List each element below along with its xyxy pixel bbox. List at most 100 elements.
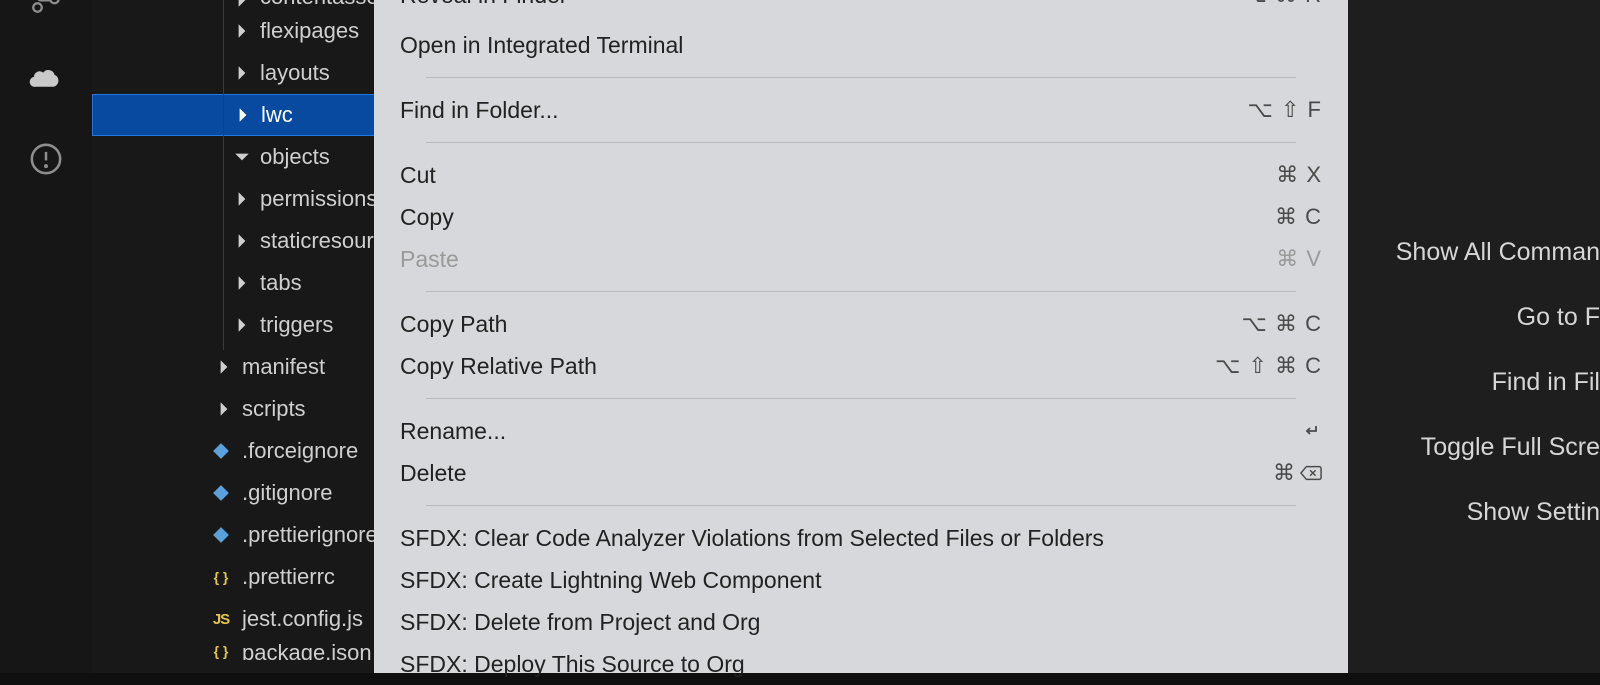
folder-item[interactable]: objects: [92, 136, 374, 178]
menu-item[interactable]: Find in Folder... ⌥ ⇧ F: [400, 89, 1322, 131]
chevron-right-icon: [233, 105, 253, 125]
chevron-right-icon: [232, 231, 252, 251]
tree-item-label: flexipages: [260, 18, 359, 44]
menu-item[interactable]: Open in Integrated Terminal: [400, 24, 1322, 66]
chevron-right-icon: [232, 273, 252, 293]
welcome-shortcut-label: Show Settin: [1467, 498, 1600, 527]
welcome-shortcut-label: Toggle Full Scre: [1421, 433, 1600, 462]
menu-item[interactable]: Copy Relative Path ⌥ ⇧ ⌘ C: [400, 345, 1322, 387]
file-item[interactable]: .prettierignore: [92, 514, 374, 556]
tree-item-label: contentassets: [260, 0, 374, 10]
context-menu: Reveal in Finder ⌥ ⌘ R Open in Integrated …: [374, 0, 1348, 673]
folder-item[interactable]: scripts: [92, 388, 374, 430]
menu-item-shortcut: ⌥ ⌘ R: [1242, 0, 1322, 8]
menu-separator: [426, 505, 1296, 506]
menu-item-shortcut: ⌘ C: [1275, 204, 1322, 230]
menu-item[interactable]: Copy Path ⌥ ⌘ C: [400, 303, 1322, 345]
folder-item[interactable]: contentassets: [92, 0, 374, 10]
ignore-file-icon: [210, 524, 232, 546]
menu-item-label: Copy: [400, 204, 454, 231]
welcome-shortcut-label: Find in Fil: [1492, 368, 1600, 397]
menu-item-label: Rename...: [400, 418, 506, 445]
menu-item[interactable]: Cut ⌘ X: [400, 154, 1322, 196]
menu-item-label: Reveal in Finder: [400, 0, 567, 9]
menu-item-shortcut: ⌥ ⇧ ⌘ C: [1215, 353, 1322, 379]
menu-item-shortcut: ⌘: [1273, 460, 1322, 486]
chevron-right-icon: [214, 399, 234, 419]
menu-separator: [426, 77, 1296, 78]
menu-item[interactable]: SFDX: Delete from Project and Org: [400, 601, 1322, 643]
menu-item-label: Delete: [400, 460, 466, 487]
chevron-down-icon: [232, 147, 252, 167]
ignore-file-icon: [210, 440, 232, 462]
json-file-icon: { }: [210, 640, 232, 660]
chevron-right-icon: [232, 63, 252, 83]
menu-item-label: SFDX: Create Lightning Web Component: [400, 567, 821, 594]
tree-item-label: .gitignore: [242, 480, 333, 506]
menu-item-label: Paste: [400, 246, 459, 273]
menu-item-label: Copy Relative Path: [400, 353, 597, 380]
tree-item-label: manifest: [242, 354, 325, 380]
ignore-file-icon: [210, 482, 232, 504]
menu-item-shortcut: ⌥ ⇧ F: [1248, 97, 1322, 123]
folder-item[interactable]: staticresources: [92, 220, 374, 262]
folder-item[interactable]: flexipages: [92, 10, 374, 52]
menu-separator: [426, 398, 1296, 399]
file-item[interactable]: .gitignore: [92, 472, 374, 514]
folder-item[interactable]: permissionsets: [92, 178, 374, 220]
file-item[interactable]: JS jest.config.js: [92, 598, 374, 640]
tree-item-label: tabs: [260, 270, 302, 296]
menu-item[interactable]: Copy ⌘ C: [400, 196, 1322, 238]
chevron-right-icon: [232, 21, 252, 41]
chevron-right-icon: [232, 315, 252, 335]
tree-item-label: .forceignore: [242, 438, 358, 464]
menu-item-shortcut: ⌘ X: [1276, 162, 1322, 188]
warning-icon[interactable]: [29, 142, 63, 176]
menu-item[interactable]: SFDX: Clear Code Analyzer Violations fro…: [400, 517, 1322, 559]
folder-item[interactable]: layouts: [92, 52, 374, 94]
chevron-right-icon: [232, 0, 252, 10]
menu-item-label: Open in Integrated Terminal: [400, 32, 683, 59]
menu-item[interactable]: Delete ⌘: [400, 452, 1322, 494]
menu-item[interactable]: SFDX: Deploy This Source to Org: [400, 643, 1322, 685]
source-control-icon[interactable]: [29, 0, 63, 16]
file-item[interactable]: { } .prettierrc: [92, 556, 374, 598]
welcome-shortcut-label: Show All Comman: [1396, 238, 1600, 267]
menu-item-label: SFDX: Delete from Project and Org: [400, 609, 760, 636]
tree-item-label: .prettierrc: [242, 564, 335, 590]
chevron-right-icon: [232, 189, 252, 209]
menu-item-label: Cut: [400, 162, 436, 189]
menu-item-shortcut: [1302, 421, 1322, 441]
file-item[interactable]: .forceignore: [92, 430, 374, 472]
js-file-icon: JS: [210, 608, 232, 630]
folder-item[interactable]: lwc: [92, 94, 374, 136]
menu-item[interactable]: Rename...: [400, 410, 1322, 452]
menu-item[interactable]: SFDX: Create Lightning Web Component: [400, 559, 1322, 601]
tree-item-label: lwc: [261, 102, 293, 128]
menu-item-label: Copy Path: [400, 311, 507, 338]
tree-item-label: jest.config.js: [242, 606, 363, 632]
chevron-right-icon: [214, 357, 234, 377]
folder-item[interactable]: tabs: [92, 262, 374, 304]
activity-bar: [0, 0, 92, 673]
menu-item-label: SFDX: Clear Code Analyzer Violations fro…: [400, 525, 1104, 552]
menu-item-shortcut: ⌘ V: [1276, 246, 1322, 272]
tree-item-label: scripts: [242, 396, 306, 422]
menu-item[interactable]: Reveal in Finder ⌥ ⌘ R: [400, 0, 1322, 24]
salesforce-cloud-icon[interactable]: [29, 62, 63, 96]
welcome-shortcut-label: Go to F: [1517, 303, 1600, 332]
folder-item[interactable]: triggers: [92, 304, 374, 346]
file-item[interactable]: { } package.json: [92, 640, 374, 660]
menu-separator: [426, 291, 1296, 292]
menu-item-label: SFDX: Deploy This Source to Org: [400, 651, 745, 678]
menu-item: Paste ⌘ V: [400, 238, 1322, 280]
menu-separator: [426, 142, 1296, 143]
menu-item-shortcut: ⌥ ⌘ C: [1242, 311, 1322, 337]
tree-item-label: package.json: [242, 640, 372, 660]
file-explorer: contentassets flexipages layouts lwc objects…: [92, 0, 374, 673]
folder-item[interactable]: manifest: [92, 346, 374, 388]
tree-item-label: triggers: [260, 312, 333, 338]
tree-item-label: objects: [260, 144, 330, 170]
json-file-icon: { }: [210, 566, 232, 588]
menu-item-label: Find in Folder...: [400, 97, 559, 124]
